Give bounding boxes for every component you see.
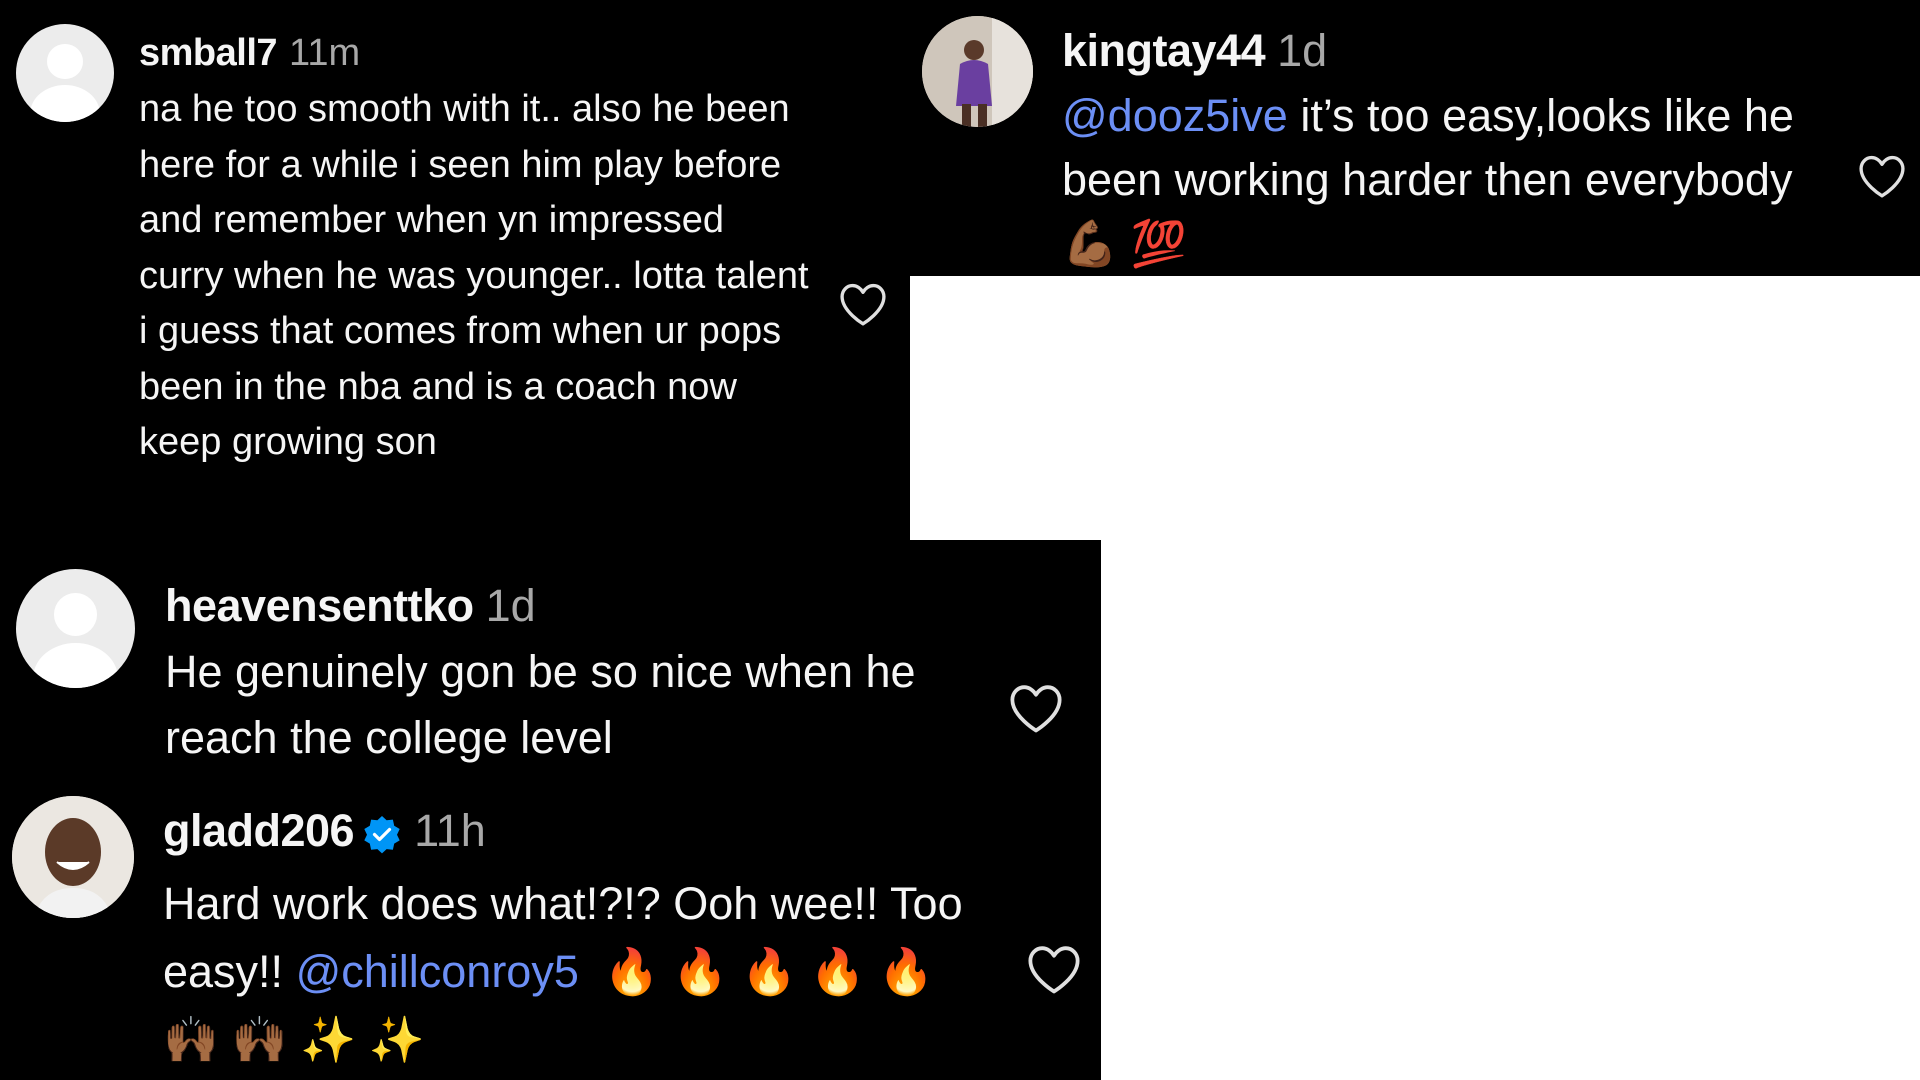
- user-photo-icon: [922, 16, 1033, 127]
- comment-text: He genuinely gon be so nice when he reac…: [165, 646, 916, 763]
- comment-header: heavensenttko 1d: [165, 583, 536, 628]
- heart-outline-icon[interactable]: [1024, 943, 1084, 995]
- heart-outline-icon[interactable]: [1856, 153, 1908, 199]
- raising-hands-emoji: 🙌🏾: [163, 1014, 220, 1065]
- comment-header: gladd206 11h: [163, 808, 486, 854]
- comment-panel-kingtay44: kingtay44 1d @dooz5ive it’s too easy,look…: [910, 0, 1920, 276]
- comment-panel-gladd206: gladd206 11h Hard work does what!?!? Ooh…: [0, 776, 1101, 1080]
- user-photo-icon: [12, 796, 134, 918]
- comment-header: kingtay44 1d: [1062, 28, 1327, 73]
- comment-panel-smball7: smball7 11m na he too smooth with it.. al…: [0, 0, 910, 540]
- avatar[interactable]: [16, 569, 135, 688]
- flexed-biceps-emoji: 💪🏾: [1062, 218, 1119, 269]
- username[interactable]: kingtay44: [1062, 25, 1266, 76]
- hundred-points-emoji: 💯: [1130, 218, 1187, 269]
- fire-emoji: 🔥: [672, 946, 729, 997]
- username[interactable]: heavensenttko: [165, 580, 474, 631]
- comment-text: Hard work does what!?!? Ooh wee!! Too ea…: [163, 870, 993, 1074]
- username[interactable]: gladd206: [163, 805, 355, 856]
- avatar[interactable]: [922, 16, 1033, 127]
- comment-panel-heavensenttko: heavensenttko 1d He genuinely gon be so n…: [0, 540, 1101, 776]
- fire-emoji: 🔥: [878, 946, 935, 997]
- timestamp: 11h: [414, 805, 486, 856]
- comment-text: na he too smooth with it.. also he been …: [139, 88, 809, 463]
- raising-hands-emoji: 🙌🏾: [231, 1014, 288, 1065]
- comment-header: smball7 11m: [139, 34, 360, 72]
- mention-link[interactable]: @chillconroy5: [296, 946, 579, 997]
- verified-badge-icon: [364, 816, 400, 854]
- mention-link[interactable]: @dooz5ive: [1062, 90, 1288, 141]
- timestamp: 11m: [289, 32, 361, 74]
- fire-emoji: 🔥: [740, 946, 797, 997]
- avatar[interactable]: [12, 796, 134, 918]
- sparkles-emoji: ✨: [368, 1014, 425, 1065]
- comment-text: @dooz5ive it’s too easy,looks like he be…: [1062, 84, 1822, 276]
- default-avatar-icon: [54, 592, 97, 636]
- default-avatar-icon: [47, 43, 83, 79]
- fire-emoji: 🔥: [809, 946, 866, 997]
- fire-emoji: 🔥: [603, 946, 660, 997]
- timestamp: 1d: [485, 580, 536, 631]
- username[interactable]: smball7: [139, 32, 278, 74]
- heart-outline-icon[interactable]: [837, 281, 889, 327]
- timestamp: 1d: [1277, 25, 1328, 76]
- heart-outline-icon[interactable]: [1006, 682, 1066, 734]
- sparkles-emoji: ✨: [300, 1014, 357, 1065]
- avatar[interactable]: [16, 24, 114, 122]
